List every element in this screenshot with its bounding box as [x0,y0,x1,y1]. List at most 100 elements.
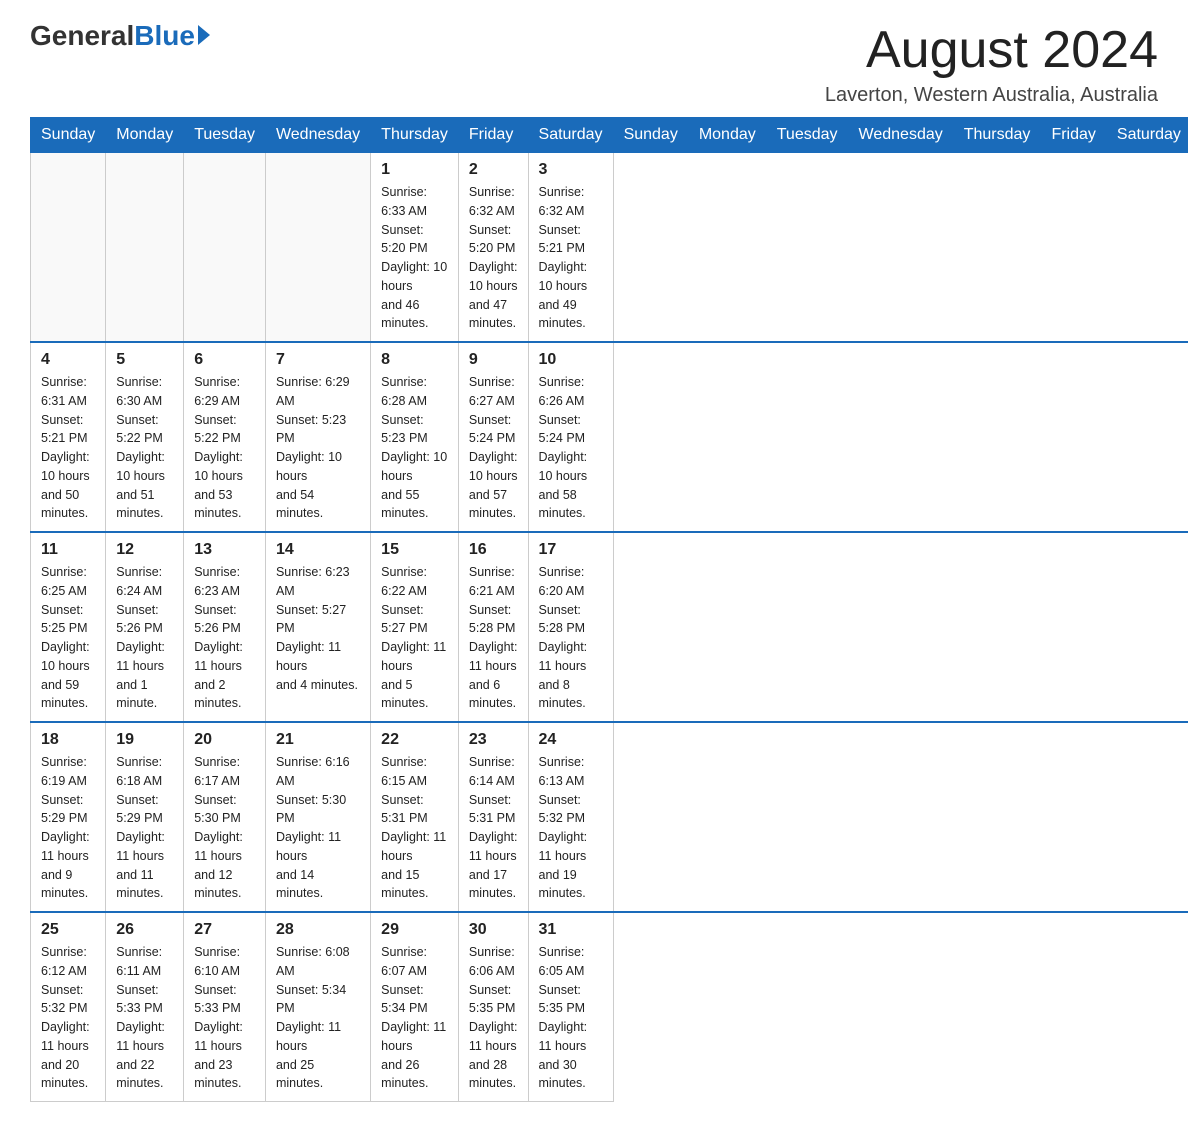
day-info: Sunrise: 6:33 AM Sunset: 5:20 PM Dayligh… [381,183,448,333]
calendar-cell: 19 Sunrise: 6:18 AM Sunset: 5:29 PM Dayli… [106,722,184,912]
calendar-cell: 21 Sunrise: 6:16 AM Sunset: 5:30 PM Dayli… [265,722,370,912]
day-info: Sunrise: 6:31 AM Sunset: 5:21 PM Dayligh… [41,373,95,523]
calendar-week-row: 18 Sunrise: 6:19 AM Sunset: 5:29 PM Dayli… [31,722,1188,912]
day-number: 18 [41,731,95,749]
day-header-sunday: Sunday [31,118,106,153]
day-header-thursday: Thursday [371,118,459,153]
day-info: Sunrise: 6:27 AM Sunset: 5:24 PM Dayligh… [469,373,518,523]
day-number: 27 [194,921,255,939]
calendar-cell: 13Sunrise: 6:23 AM Sunset: 5:26 PM Dayli… [184,532,266,722]
day-info: Sunrise: 6:06 AM Sunset: 5:35 PM Dayligh… [469,943,518,1093]
calendar-cell: 12Sunrise: 6:24 AM Sunset: 5:26 PM Dayli… [106,532,184,722]
day-number: 6 [194,351,255,369]
day-info: Sunrise: 6:29 AM Sunset: 5:23 PM Dayligh… [276,373,360,523]
calendar-header-row: SundayMondayTuesdayWednesdayThursdayFrid… [31,118,1188,153]
calendar-cell: 17 Sunrise: 6:20 AM Sunset: 5:28 PM Dayli… [528,532,613,722]
day-number: 30 [469,921,518,939]
day-number: 31 [539,921,603,939]
calendar-cell: 8 Sunrise: 6:28 AM Sunset: 5:23 PM Daylig… [371,342,459,532]
day-info: Sunrise: 6:14 AM Sunset: 5:31 PM Dayligh… [469,753,518,903]
day-number: 3 [539,161,603,179]
logo-general-text: General [30,20,134,52]
day-number: 9 [469,351,518,369]
day-number: 8 [381,351,448,369]
day-info: Sunrise: 6:25 AM Sunset: 5:25 PM Dayligh… [41,563,95,713]
calendar-cell: 27 Sunrise: 6:10 AM Sunset: 5:33 PM Dayli… [184,912,266,1102]
calendar-cell: 2 Sunrise: 6:32 AM Sunset: 5:20 PM Daylig… [458,153,528,343]
calendar-week-row: 4 Sunrise: 6:31 AM Sunset: 5:21 PM Daylig… [31,342,1188,532]
day-header-wednesday: Wednesday [265,118,370,153]
day-header-monday: Monday [106,118,184,153]
day-number: 2 [469,161,518,179]
day-info: Sunrise: 6:28 AM Sunset: 5:23 PM Dayligh… [381,373,448,523]
calendar-cell: 25 Sunrise: 6:12 AM Sunset: 5:32 PM Dayli… [31,912,106,1102]
day-info: Sunrise: 6:32 AM Sunset: 5:20 PM Dayligh… [469,183,518,333]
day-number: 13 [194,541,255,559]
day-header-friday: Friday [458,118,528,153]
calendar-cell: 10Sunrise: 6:26 AM Sunset: 5:24 PM Dayli… [528,342,613,532]
day-number: 14 [276,541,360,559]
day-number: 16 [469,541,518,559]
day-number: 26 [116,921,173,939]
day-number: 21 [276,731,360,749]
day-header-saturday: Saturday [1106,118,1188,153]
day-info: Sunrise: 6:30 AM Sunset: 5:22 PM Dayligh… [116,373,173,523]
day-number: 25 [41,921,95,939]
day-header-monday: Monday [688,118,766,153]
day-info: Sunrise: 6:18 AM Sunset: 5:29 PM Dayligh… [116,753,173,903]
day-number: 15 [381,541,448,559]
day-info: Sunrise: 6:20 AM Sunset: 5:28 PM Dayligh… [539,563,603,713]
calendar-week-row: 25 Sunrise: 6:12 AM Sunset: 5:32 PM Dayli… [31,912,1188,1102]
calendar-cell: 26 Sunrise: 6:11 AM Sunset: 5:33 PM Dayli… [106,912,184,1102]
logo-blue-text: Blue [134,20,195,52]
calendar-cell: 3Sunrise: 6:32 AM Sunset: 5:21 PM Daylig… [528,153,613,343]
day-number: 20 [194,731,255,749]
calendar-table: SundayMondayTuesdayWednesdayThursdayFrid… [30,117,1188,1102]
calendar-cell [265,153,370,343]
day-info: Sunrise: 6:19 AM Sunset: 5:29 PM Dayligh… [41,753,95,903]
day-number: 19 [116,731,173,749]
calendar-cell [184,153,266,343]
calendar-cell [31,153,106,343]
calendar-cell: 16 Sunrise: 6:21 AM Sunset: 5:28 PM Dayli… [458,532,528,722]
day-info: Sunrise: 6:29 AM Sunset: 5:22 PM Dayligh… [194,373,255,523]
day-number: 28 [276,921,360,939]
calendar-cell: 5 Sunrise: 6:30 AM Sunset: 5:22 PM Daylig… [106,342,184,532]
page-header: General Blue August 2024 Laverton, Weste… [30,20,1158,107]
day-header-friday: Friday [1041,118,1106,153]
day-number: 4 [41,351,95,369]
day-info: Sunrise: 6:12 AM Sunset: 5:32 PM Dayligh… [41,943,95,1093]
calendar-cell: 14 Sunrise: 6:23 AM Sunset: 5:27 PM Dayli… [265,532,370,722]
calendar-cell: 7Sunrise: 6:29 AM Sunset: 5:23 PM Daylig… [265,342,370,532]
day-header-tuesday: Tuesday [766,118,848,153]
day-info: Sunrise: 6:24 AM Sunset: 5:26 PM Dayligh… [116,563,173,713]
day-number: 24 [539,731,603,749]
day-number: 17 [539,541,603,559]
calendar-cell: 1 Sunrise: 6:33 AM Sunset: 5:20 PM Daylig… [371,153,459,343]
day-info: Sunrise: 6:26 AM Sunset: 5:24 PM Dayligh… [539,373,603,523]
calendar-week-row: 11Sunrise: 6:25 AM Sunset: 5:25 PM Dayli… [31,532,1188,722]
day-info: Sunrise: 6:16 AM Sunset: 5:30 PM Dayligh… [276,753,360,903]
calendar-week-row: 1 Sunrise: 6:33 AM Sunset: 5:20 PM Daylig… [31,153,1188,343]
day-number: 22 [381,731,448,749]
logo-arrow-icon [198,25,210,45]
day-header-tuesday: Tuesday [184,118,266,153]
day-info: Sunrise: 6:11 AM Sunset: 5:33 PM Dayligh… [116,943,173,1093]
day-info: Sunrise: 6:17 AM Sunset: 5:30 PM Dayligh… [194,753,255,903]
day-info: Sunrise: 6:05 AM Sunset: 5:35 PM Dayligh… [539,943,603,1093]
location-text: Laverton, Western Australia, Australia [825,84,1158,107]
calendar-cell: 11Sunrise: 6:25 AM Sunset: 5:25 PM Dayli… [31,532,106,722]
day-info: Sunrise: 6:21 AM Sunset: 5:28 PM Dayligh… [469,563,518,713]
logo: General Blue [30,20,210,52]
day-header-saturday: Saturday [528,118,613,153]
day-info: Sunrise: 6:13 AM Sunset: 5:32 PM Dayligh… [539,753,603,903]
day-info: Sunrise: 6:10 AM Sunset: 5:33 PM Dayligh… [194,943,255,1093]
day-info: Sunrise: 6:23 AM Sunset: 5:27 PM Dayligh… [276,563,360,694]
day-header-sunday: Sunday [613,118,688,153]
calendar-cell: 9 Sunrise: 6:27 AM Sunset: 5:24 PM Daylig… [458,342,528,532]
day-number: 5 [116,351,173,369]
day-number: 1 [381,161,448,179]
title-section: August 2024 Laverton, Western Australia,… [825,20,1158,107]
calendar-cell [106,153,184,343]
calendar-cell: 23Sunrise: 6:14 AM Sunset: 5:31 PM Dayli… [458,722,528,912]
